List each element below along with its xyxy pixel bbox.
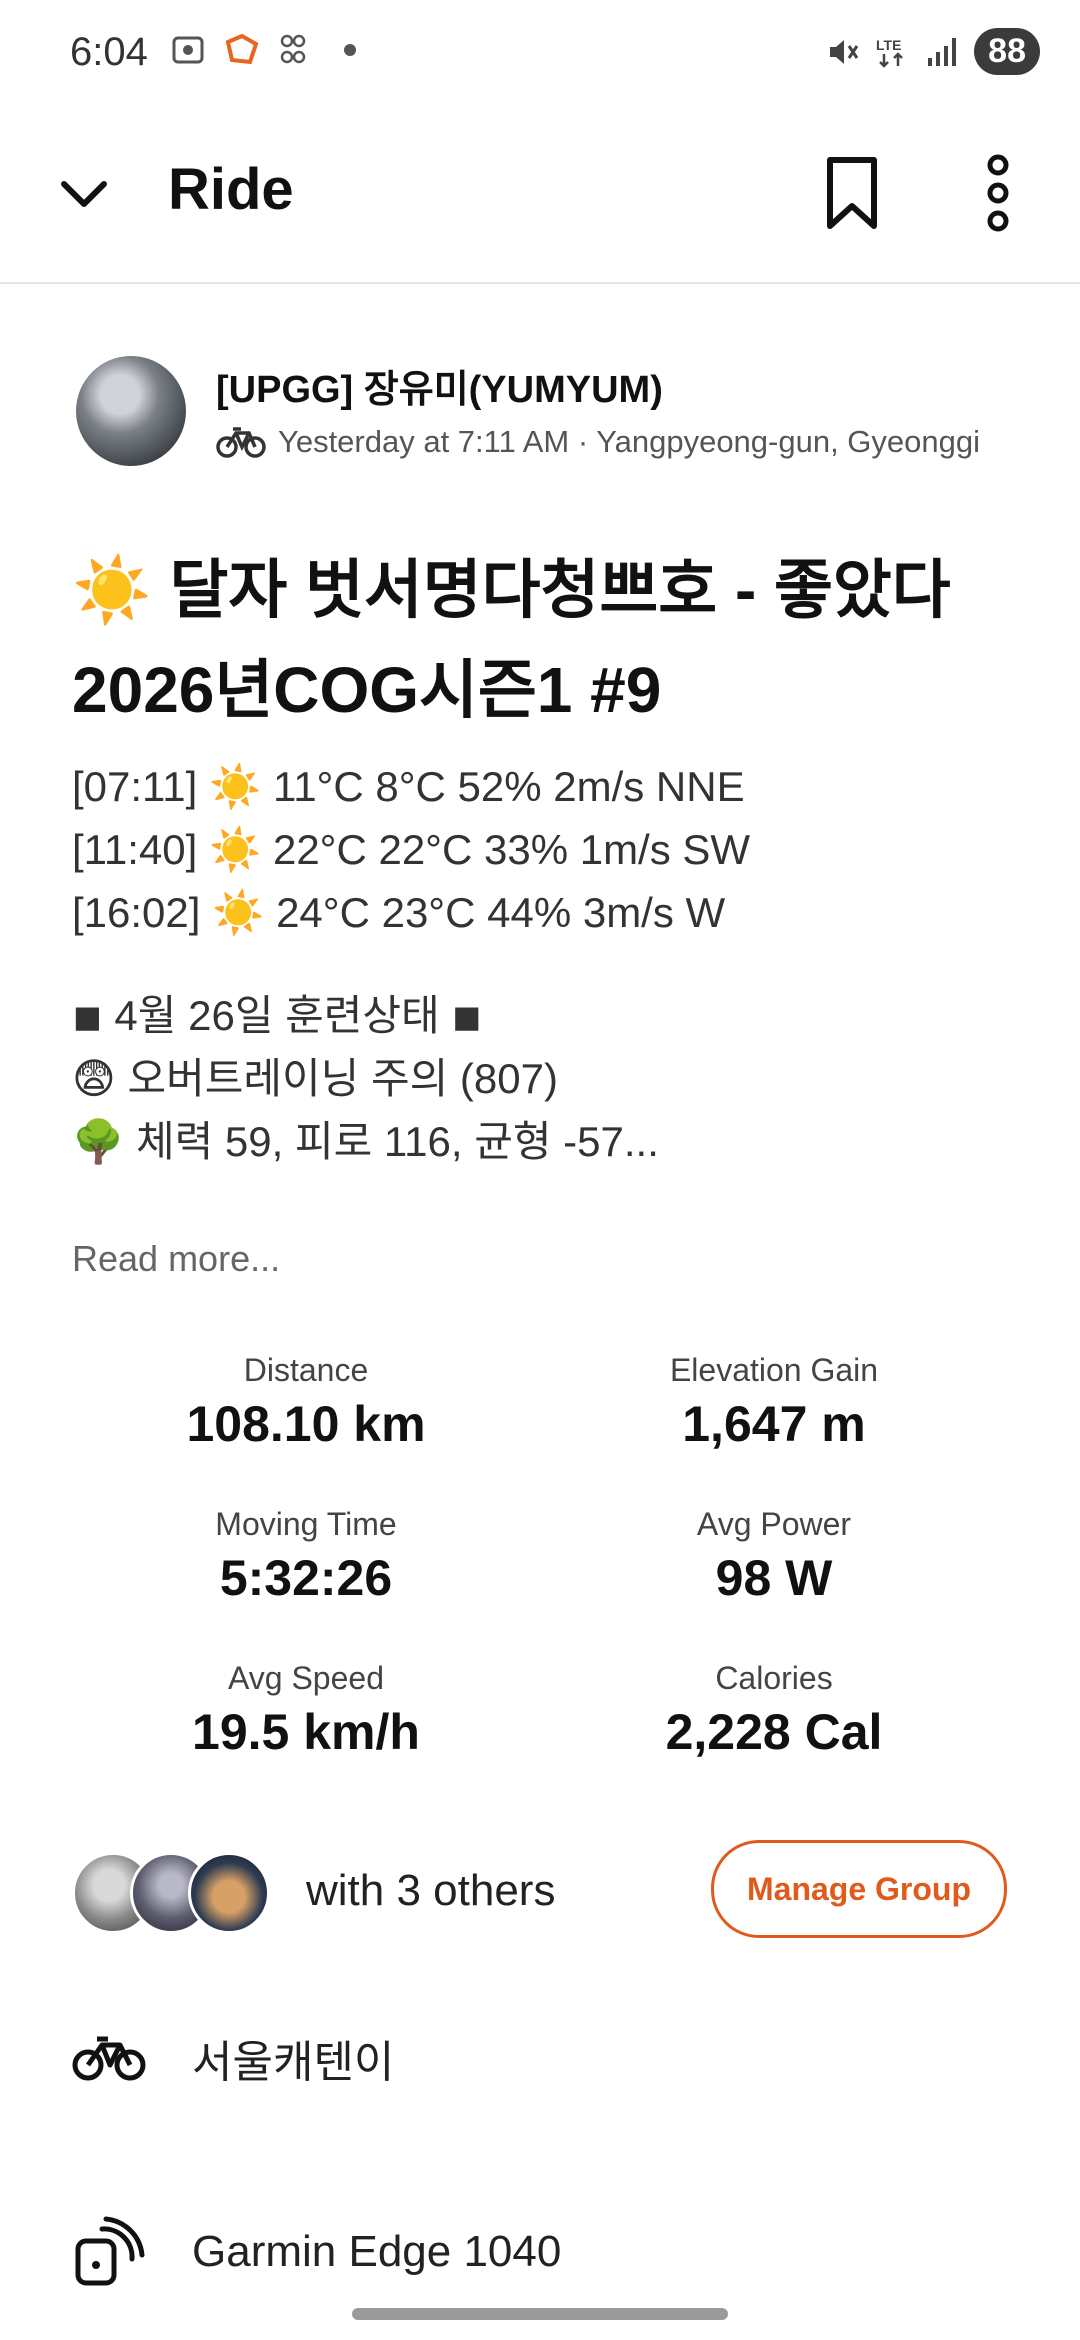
weather-line: [11:40] ☀️ 22°C 22°C 33% 1m/s SW	[72, 826, 751, 873]
stat-value: 98 W	[715, 1550, 833, 1606]
stat-label: Distance	[243, 1352, 369, 1388]
stat-label: Calories	[715, 1660, 833, 1696]
stat-label: Avg Power	[696, 1506, 852, 1542]
training-line: 🌳 체력 59, 피로 116, 균형 -57...	[72, 1118, 659, 1165]
activity-meta: Yesterday at 7:11 AM · Yangpyeong-gun, G…	[216, 424, 1076, 460]
app-notification-icon	[225, 33, 259, 65]
device-name: Garmin Edge 1040	[192, 2227, 562, 2276]
bookmark-icon	[827, 157, 877, 229]
bike-icon	[216, 427, 266, 458]
svg-text:LTE: LTE	[876, 37, 901, 53]
stat-value: 5:32:26	[219, 1550, 393, 1606]
avatar	[188, 1852, 270, 1934]
gear-name: 서울캐텐이	[192, 2038, 395, 2087]
notification-icons	[170, 32, 356, 68]
stat-label: Elevation Gain	[669, 1352, 879, 1388]
app-bar: Ride	[0, 110, 1080, 284]
stat-value: 2,228 Cal	[665, 1704, 883, 1760]
more-vertical-icon	[987, 154, 1009, 232]
manage-group-button[interactable]: Manage Group	[711, 1840, 1007, 1938]
training-line: 😨 오버트레이닝 주의 (807)	[72, 1055, 558, 1102]
stat-moving-time: Moving Time 5:32:26	[96, 1506, 516, 1607]
chevron-down-icon	[61, 181, 107, 207]
weather-line: [07:11] ☀️ 11°C 8°C 52% 2m/s NNE	[72, 763, 745, 810]
with-others-label[interactable]: with 3 others	[306, 1866, 555, 1916]
collapse-button[interactable]	[44, 154, 124, 234]
athlete-name[interactable]: [UPGG] 장유미(YUMYUM)	[216, 358, 1036, 413]
signal-icon	[928, 37, 957, 66]
activity-title-line: ☀️ 달자 벗서명다청쁘호 - 좋았다	[72, 554, 951, 626]
stat-elevation-gain: Elevation Gain 1,647 m	[564, 1352, 984, 1453]
device-row: Garmin Edge 1040	[72, 2212, 561, 2292]
dot-icon	[344, 44, 356, 56]
group-activity-row: with 3 others Manage Group	[72, 1840, 1012, 1940]
activity-title: ☀️ 달자 벗서명다청쁘호 - 좋았다 2026년COG시즌1 #9	[72, 540, 1032, 740]
stat-value: 1,647 m	[682, 1396, 866, 1452]
activity-meta-text: Yesterday at 7:11 AM · Yangpyeong-gun, G…	[278, 424, 981, 459]
stat-avg-power: Avg Power 98 W	[564, 1506, 984, 1607]
training-line: ◾ 4월 26일 훈련상태 ◾	[72, 992, 483, 1039]
lte-icon: LTE	[876, 37, 904, 68]
group-avatars[interactable]	[72, 1852, 272, 1934]
status-bar: 6:04 LTE 88	[0, 0, 1080, 110]
avatar[interactable]	[76, 356, 186, 466]
bike-icon	[72, 2036, 146, 2081]
bookmark-button[interactable]	[812, 148, 892, 238]
mute-icon	[830, 39, 859, 64]
stat-value: 19.5 km/h	[192, 1704, 420, 1760]
read-more-link[interactable]: Read more...	[72, 1238, 280, 1280]
weather-line: [16:02] ☀️ 24°C 23°C 44% 3m/s W	[72, 889, 726, 936]
activity-description: [07:11] ☀️ 11°C 8°C 52% 2m/s NNE [11:40]…	[72, 755, 1032, 1173]
gesture-nav-handle[interactable]	[352, 2308, 728, 2320]
stat-calories: Calories 2,228 Cal	[564, 1660, 984, 1761]
stat-label: Avg Speed	[228, 1660, 384, 1696]
stat-distance: Distance 108.10 km	[96, 1352, 516, 1453]
page-title: Ride	[168, 157, 294, 222]
status-time: 6:04	[70, 30, 148, 74]
grid-app-icon	[280, 34, 306, 64]
stat-avg-speed: Avg Speed 19.5 km/h	[96, 1660, 516, 1761]
device-icon	[75, 2216, 145, 2286]
stat-label: Moving Time	[215, 1506, 397, 1542]
screenshot-icon	[172, 36, 204, 64]
gear-row[interactable]: 서울캐텐이	[72, 2018, 394, 2098]
stat-value: 108.10 km	[186, 1396, 426, 1452]
battery-indicator: 88	[974, 28, 1040, 75]
more-options-button[interactable]	[958, 148, 1038, 238]
system-icons: LTE 88	[824, 28, 1040, 75]
activity-title-line: 2026년COG시즌1 #9	[72, 654, 662, 726]
